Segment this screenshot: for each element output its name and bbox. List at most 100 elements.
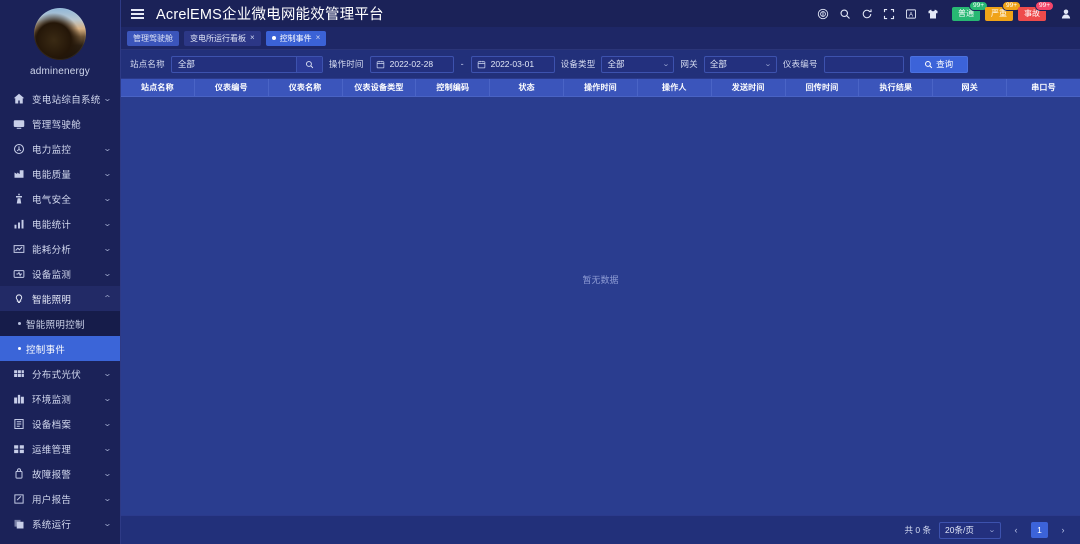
search-icon [924,60,933,69]
date-end-value: 2022-03-01 [491,59,534,69]
sidebar-item-label: 环境监测 [32,392,104,406]
date-start-input[interactable]: 2022-02-28 [370,56,454,73]
close-icon[interactable]: × [250,34,255,42]
sidebar-subitem-control-events[interactable]: 控制事件 [0,336,120,361]
tab-substation-board[interactable]: 变电所运行看板 × [184,31,261,46]
sidebar-item-system-operation[interactable]: 系统运行 ⌄ [0,511,120,536]
sidebar-item-smart-lighting[interactable]: 智能照明 ⌃ [0,286,120,311]
table-header-cell: 操作人 [638,79,712,96]
station-name-input[interactable]: 全部 [171,56,323,73]
main-area: AcrelEMS企业微电网能效管理平台 A [120,0,1080,544]
sidebar-item-label: 分布式光伏 [32,367,104,381]
calendar-icon [477,60,486,69]
chevron-down-icon: ⌄ [103,495,112,503]
station-search-button[interactable] [296,57,322,72]
chevron-down-icon: ⌄ [103,445,112,453]
sidebar-item-power-monitoring[interactable]: 电力监控 ⌄ [0,136,120,161]
filter-bar: 站点名称 全部 操作时间 2022-02-28 - 2022-03-01 设备类… [121,50,1080,79]
table-header-row: 站点名称 仪表编号 仪表名称 仪表设备类型 控制编码 状态 操作时间 操作人 发… [121,79,1080,97]
report-icon [12,492,25,505]
table-header-cell: 发送时间 [712,79,786,96]
sidebar-item-label: 电气安全 [32,192,104,206]
chevron-down-icon: ⌄ [103,520,112,528]
sidebar-item-label: 故障报警 [32,467,104,481]
sidebar-item-power-quality[interactable]: 电能质量 ⌄ [0,161,120,186]
sidebar-item-distributed-pv[interactable]: 分布式光伏 ⌄ [0,361,120,386]
tab-label: 控制事件 [280,33,312,44]
quality-icon [12,167,25,180]
sidebar-item-label: 电能质量 [32,167,104,181]
theme-shirt-icon[interactable] [926,7,939,20]
alarm-accident-button[interactable]: 事故 99+ [1018,7,1046,21]
refresh-icon[interactable] [860,7,873,20]
tab-control-events[interactable]: 控制事件 × [266,31,327,46]
query-button[interactable]: 查询 [910,56,968,73]
search-icon[interactable] [838,7,851,20]
sidebar-item-label: 电力监控 [32,142,104,156]
tab-bar: 管理驾驶舱 变电所运行看板 × 控制事件 × [121,27,1080,50]
chevron-down-icon: ⌄ [988,526,996,534]
pagination-bar: 共 0 条 20条/页 ⌄ ‹ 1 › [121,515,1080,544]
device-type-label: 设备类型 [561,58,596,70]
station-name-label: 站点名称 [130,58,165,70]
sidebar-item-dashboard[interactable]: 管理驾驶舱 [0,111,120,136]
page-size-value: 20条/页 [945,524,974,536]
operate-time-label: 操作时间 [329,58,364,70]
table-body: 暂无数据 [121,97,1080,515]
sidebar-item-energy-analysis[interactable]: 能耗分析 ⌄ [0,236,120,261]
gateway-label: 网关 [680,58,697,70]
globe-icon[interactable] [816,7,829,20]
avatar[interactable] [34,8,86,60]
sidebar-subitem-label: 控制事件 [26,342,65,356]
table-header-cell: 仪表设备类型 [343,79,417,96]
system-icon [12,517,25,530]
chevron-down-icon: ⌄ [103,395,112,403]
chevron-down-icon: ⌄ [103,245,112,253]
username-label: adminenergy [0,66,120,77]
user-avatar-icon[interactable] [1059,7,1072,20]
sidebar-subitem-lighting-control[interactable]: 智能照明控制 [0,311,120,336]
page-size-select[interactable]: 20条/页 ⌄ [939,522,1001,539]
alarm-severe-button[interactable]: 严重 99+ [985,7,1013,21]
chevron-down-icon: ⌄ [103,195,112,203]
bullet-icon [18,347,21,350]
fullscreen-icon[interactable] [882,7,895,20]
power-icon [12,142,25,155]
meter-no-input[interactable] [824,56,904,73]
chevron-down-icon: ⌄ [103,95,112,103]
sidebar-item-fault-alarm[interactable]: 故障报警 ⌄ [0,461,120,486]
device-type-select[interactable]: 全部 ⌄ [601,56,674,73]
sidebar-item-substation-system[interactable]: 变电站综自系统 ⌄ [0,86,120,111]
sidebar-item-electrical-safety[interactable]: 电气安全 ⌄ [0,186,120,211]
chevron-down-icon: ⌄ [764,60,772,68]
prev-page-button[interactable]: ‹ [1009,522,1023,538]
page-number-1[interactable]: 1 [1031,522,1048,538]
sidebar-item-label: 变电站综自系统 [32,92,104,106]
sidebar-item-environment-monitoring[interactable]: 环境监测 ⌄ [0,386,120,411]
sidebar-item-device-archive[interactable]: 设备档案 ⌄ [0,411,120,436]
calendar-icon [376,60,385,69]
empty-state-text: 暂无数据 [121,273,1080,286]
alarm-normal-button[interactable]: 普通 99+ [952,7,980,21]
station-name-value: 全部 [172,58,296,70]
hamburger-icon[interactable] [131,8,144,19]
sidebar-item-user-report[interactable]: 用户报告 ⌄ [0,486,120,511]
table-header-cell: 控制编码 [416,79,490,96]
tab-dashboard[interactable]: 管理驾驶舱 [127,31,179,46]
sidebar-item-label: 电能统计 [32,217,104,231]
gateway-select[interactable]: 全部 ⌄ [704,56,777,73]
page-title: AcrelEMS企业微电网能效管理平台 [156,3,384,24]
sidebar-item-label: 设备档案 [32,417,104,431]
dashboard-icon [12,117,25,130]
date-end-input[interactable]: 2022-03-01 [471,56,555,73]
sidebar-item-label: 系统运行 [32,517,104,531]
next-page-button[interactable]: › [1056,522,1070,538]
sidebar-item-device-monitoring[interactable]: 设备监测 ⌄ [0,261,120,286]
sidebar-item-label: 管理驾驶舱 [32,117,111,131]
table-header-cell: 操作时间 [564,79,638,96]
close-icon[interactable]: × [316,34,321,42]
sidebar-item-energy-statistics[interactable]: 电能统计 ⌄ [0,211,120,236]
translate-icon[interactable]: A [904,7,917,20]
table-header-cell: 状态 [490,79,564,96]
sidebar-item-ops-management[interactable]: 运维管理 ⌄ [0,436,120,461]
